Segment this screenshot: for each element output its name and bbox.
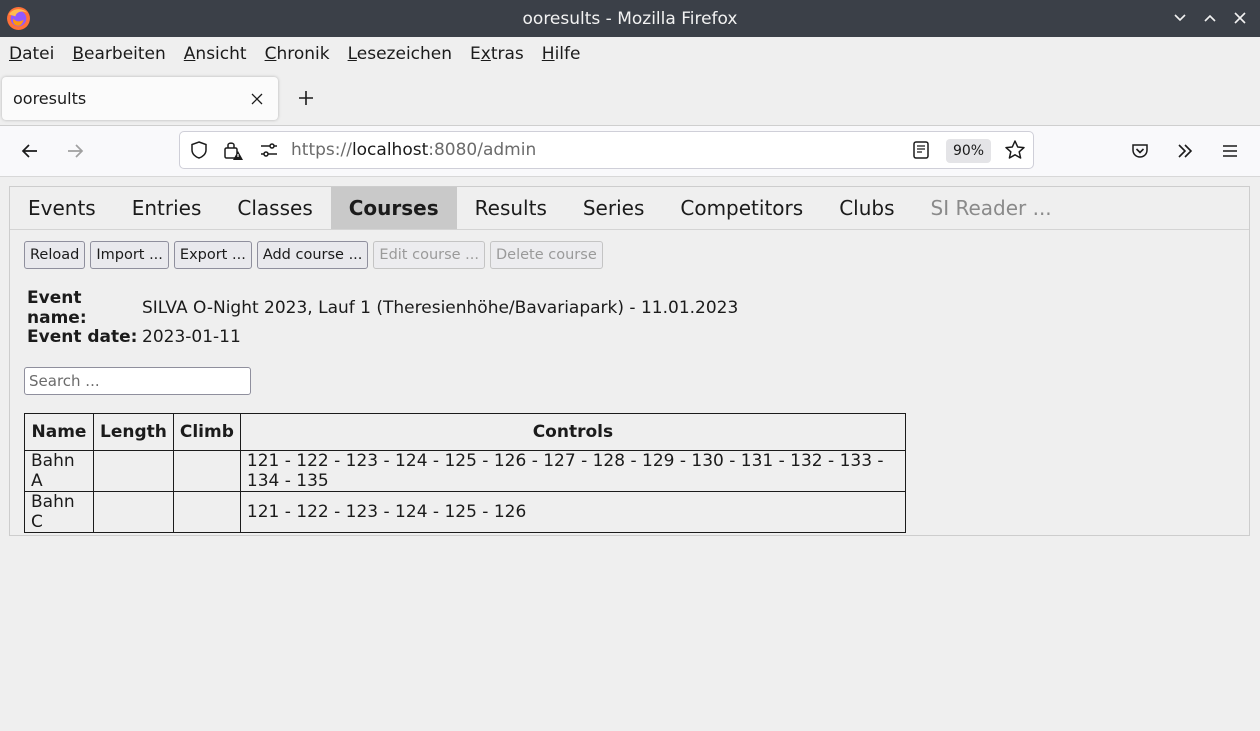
close-icon [251,93,263,104]
tab-classes[interactable]: Classes [219,187,330,229]
back-button[interactable] [17,138,43,164]
cell-name: Bahn A [24,450,94,492]
cell-name: Bahn C [24,491,94,533]
search-input[interactable] [24,367,251,395]
table-header-row: Name Length Climb Controls [24,413,906,451]
minimize-button[interactable] [1168,6,1192,30]
tab-series[interactable]: Series [565,187,663,229]
maximize-button[interactable] [1198,6,1222,30]
tab-clubs[interactable]: Clubs [821,187,912,229]
export-button[interactable]: Export ... [173,241,252,269]
tab-results[interactable]: Results [457,187,565,229]
menu-chronik[interactable]: Chronik [256,44,339,64]
firefox-logo-icon [7,7,30,30]
event-date-label: Event date: [27,326,138,347]
new-tab-button[interactable] [293,85,319,111]
lock-warning-icon[interactable] [222,139,244,161]
tracking-protection-shield-icon[interactable] [188,139,210,161]
app-menu-button[interactable] [1217,138,1243,164]
tab-entries[interactable]: Entries [114,187,220,229]
cell-climb [172,491,241,533]
event-info: Event name: SILVA O-Night 2023, Lauf 1 (… [27,288,739,351]
menu-bar: Datei Bearbeiten Ansicht Chronik Lesezei… [0,37,1260,71]
cell-length [93,491,174,533]
close-icon [1234,12,1246,24]
chevron-down-icon [1174,14,1186,22]
header-controls[interactable]: Controls [239,413,906,451]
arrow-right-icon [68,144,84,158]
page-content: Events Entries Classes Courses Results S… [0,177,1260,731]
permissions-sliders-icon[interactable] [258,139,280,161]
url-bar[interactable]: https://localhost:8080/admin 90% [179,131,1034,169]
close-window-button[interactable] [1228,6,1252,30]
header-length[interactable]: Length [93,413,174,451]
course-toolbar: Reload Import ... Export ... Add course … [24,241,603,269]
menu-bearbeiten[interactable]: Bearbeiten [63,44,174,64]
double-chevron-right-icon [1178,144,1193,158]
cell-climb [172,450,241,492]
courses-table: Name Length Climb Controls Bahn A 121 - … [24,413,906,533]
overflow-menu-button[interactable] [1172,138,1198,164]
chevron-up-icon [1204,14,1216,22]
cell-controls: 121 - 122 - 123 - 124 - 125 - 126 [239,491,906,533]
tab-title: ooresults [13,89,87,108]
table-row[interactable]: Bahn A 121 - 122 - 123 - 124 - 125 - 126… [24,450,906,492]
admin-tabs: Events Entries Classes Courses Results S… [10,187,1249,230]
bookmark-star-icon[interactable] [1004,139,1026,161]
import-button[interactable]: Import ... [90,241,169,269]
tab-competitors[interactable]: Competitors [662,187,821,229]
menu-datei[interactable]: Datei [0,44,63,64]
tab-close-button[interactable] [245,87,269,111]
hamburger-menu-icon [1223,145,1237,157]
table-row[interactable]: Bahn C 121 - 122 - 123 - 124 - 125 - 126 [24,491,906,533]
menu-lesezeichen[interactable]: Lesezeichen [339,44,461,64]
forward-button[interactable] [62,138,88,164]
cell-controls: 121 - 122 - 123 - 124 - 125 - 126 - 127 … [239,450,906,492]
window-titlebar: ooresults - Mozilla Firefox [0,0,1260,37]
event-name-value: SILVA O-Night 2023, Lauf 1 (Theresienhöh… [142,297,739,318]
header-climb[interactable]: Climb [172,413,241,451]
browser-tab[interactable]: ooresults [2,77,278,120]
event-date-value: 2023-01-11 [142,326,241,347]
edit-course-button[interactable]: Edit course ... [373,241,486,269]
header-name[interactable]: Name [24,413,94,451]
pocket-icon [1132,144,1148,158]
menu-extras[interactable]: Extras [461,44,533,64]
reader-view-icon[interactable] [910,139,932,161]
arrow-left-icon [21,144,37,158]
tab-strip: ooresults [0,71,1260,126]
plus-icon [299,91,313,105]
add-course-button[interactable]: Add course ... [256,241,369,269]
cell-length [93,450,174,492]
tab-si-reader[interactable]: SI Reader ... [913,187,1070,229]
url-text: https://localhost:8080/admin [291,140,537,160]
tab-courses[interactable]: Courses [330,187,457,229]
menu-ansicht[interactable]: Ansicht [175,44,256,64]
delete-course-button[interactable]: Delete course [490,241,603,269]
pocket-button[interactable] [1127,138,1153,164]
reload-button[interactable]: Reload [24,241,86,269]
admin-panel: Events Entries Classes Courses Results S… [9,186,1250,536]
tab-events[interactable]: Events [10,187,114,229]
event-name-label: Event name: [27,287,87,328]
menu-hilfe[interactable]: Hilfe [533,44,590,64]
navigation-bar: https://localhost:8080/admin 90% [0,126,1260,177]
zoom-level-badge[interactable]: 90% [946,139,991,163]
window-title: ooresults - Mozilla Firefox [522,8,738,29]
